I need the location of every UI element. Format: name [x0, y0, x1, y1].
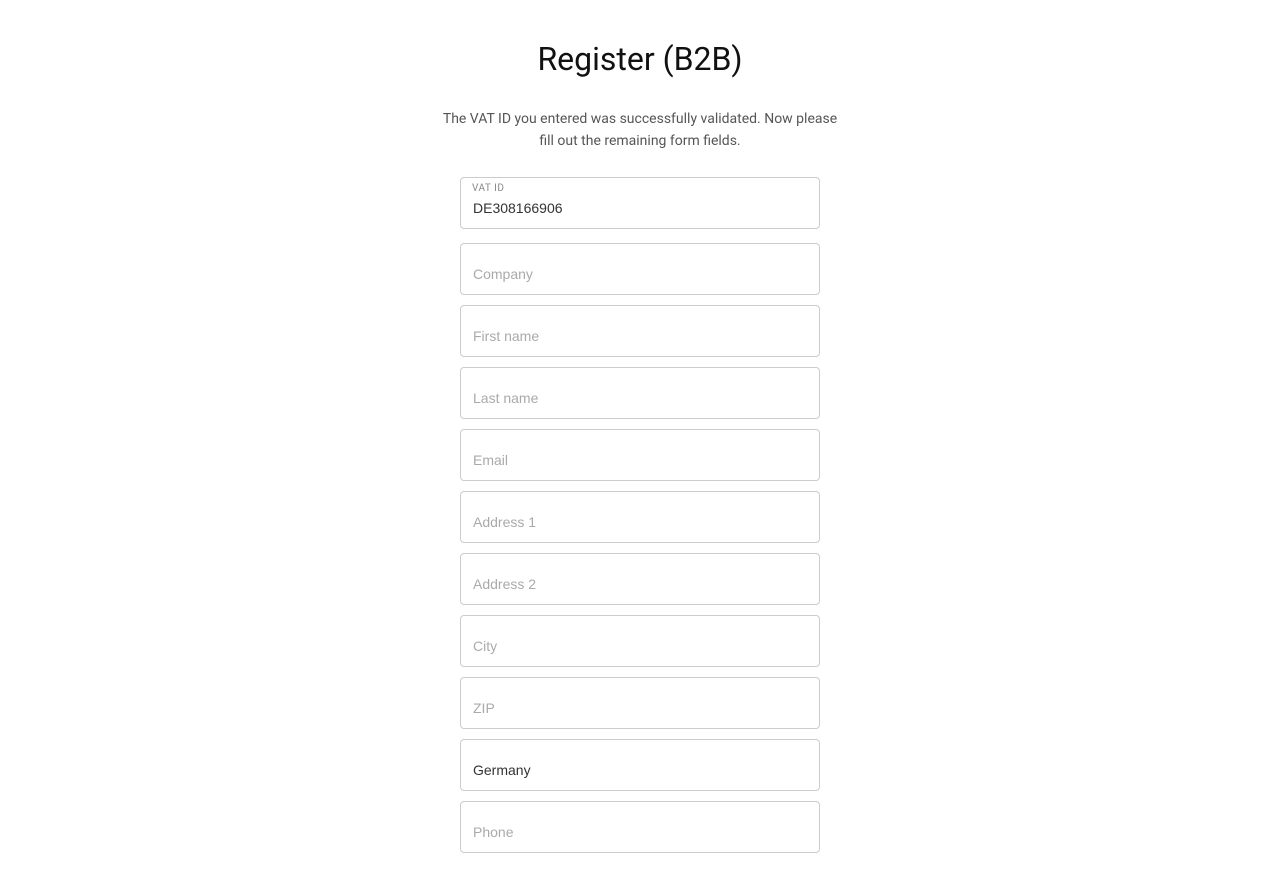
country-input[interactable]: [460, 739, 820, 791]
email-input[interactable]: [460, 429, 820, 481]
address1-input[interactable]: [460, 491, 820, 543]
page-container: Register (B2B) The VAT ID you entered wa…: [0, 0, 1280, 893]
form-container: VAT ID: [460, 177, 820, 853]
address1-wrapper: [460, 491, 820, 543]
company-input[interactable]: [460, 243, 820, 295]
phone-wrapper: [460, 801, 820, 853]
address2-wrapper: [460, 553, 820, 605]
email-wrapper: [460, 429, 820, 481]
vat-id-wrapper: VAT ID: [460, 177, 820, 229]
company-wrapper: [460, 243, 820, 295]
zip-input[interactable]: [460, 677, 820, 729]
zip-wrapper: [460, 677, 820, 729]
last-name-input[interactable]: [460, 367, 820, 419]
vat-id-input[interactable]: [460, 177, 820, 229]
country-wrapper: [460, 739, 820, 791]
page-title: Register (B2B): [537, 40, 742, 78]
description: The VAT ID you entered was successfully …: [443, 108, 837, 153]
address2-input[interactable]: [460, 553, 820, 605]
city-wrapper: [460, 615, 820, 667]
last-name-wrapper: [460, 367, 820, 419]
phone-input[interactable]: [460, 801, 820, 853]
first-name-input[interactable]: [460, 305, 820, 357]
city-input[interactable]: [460, 615, 820, 667]
first-name-wrapper: [460, 305, 820, 357]
